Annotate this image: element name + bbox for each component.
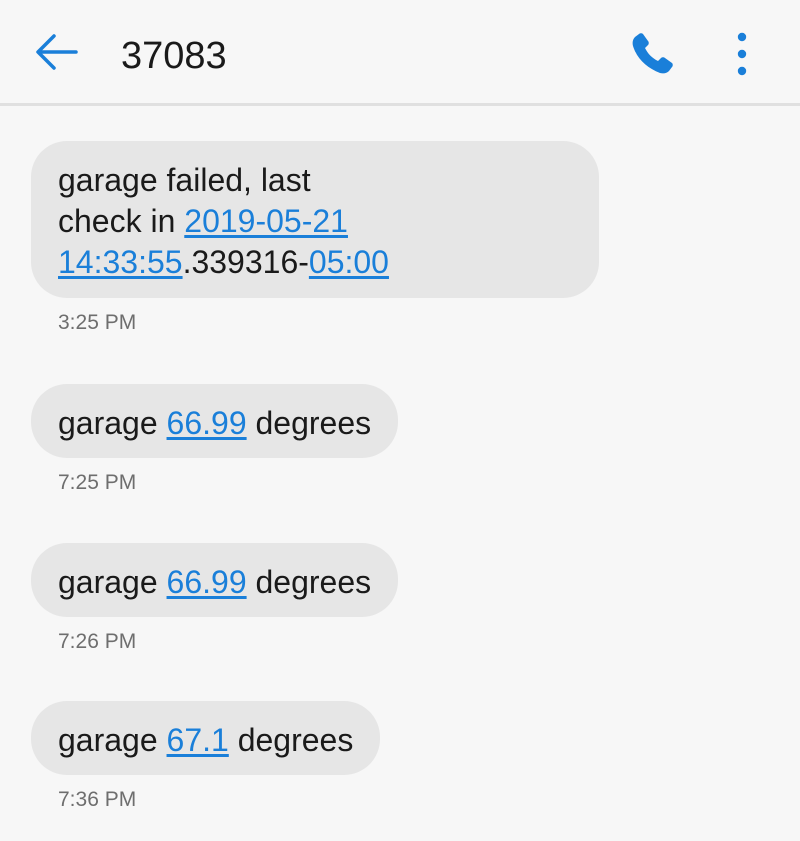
- message-text: garage: [58, 405, 167, 441]
- date-link[interactable]: 2019-05-21: [184, 203, 348, 239]
- message-bubble[interactable]: garage 66.99 degrees: [31, 384, 399, 458]
- message-timestamp: 7:25 PM: [58, 471, 137, 494]
- time-link[interactable]: 05:00: [309, 244, 389, 280]
- message-text: check in: [58, 203, 185, 239]
- message-item: garage 66.99 degrees 7:25 PM: [31, 384, 399, 496]
- message-timestamp: 7:36 PM: [58, 788, 137, 811]
- message-text: degrees: [246, 405, 372, 441]
- message-timestamp: 7:26 PM: [58, 630, 137, 653]
- phone-icon: [632, 33, 673, 74]
- call-button[interactable]: [627, 31, 677, 79]
- top-app-bar: 37083: [0, 0, 800, 106]
- message-text: garage: [58, 722, 167, 758]
- number-link[interactable]: 66.99: [167, 405, 247, 441]
- conversation-title: 37083: [121, 35, 227, 77]
- message-text: garage: [58, 564, 167, 600]
- more-options-button[interactable]: [726, 31, 758, 79]
- message-timestamp: 3:25 PM: [58, 311, 137, 334]
- message-text: garage failed, last: [58, 162, 311, 198]
- message-item: garage 66.99 degrees 7:26 PM: [31, 543, 399, 655]
- arrow-left-icon: [36, 34, 78, 70]
- number-link[interactable]: 66.99: [167, 564, 247, 600]
- time-link[interactable]: 14:33:55: [58, 244, 183, 280]
- message-bubble[interactable]: garage failed, last check in 2019-05-21 …: [31, 141, 599, 298]
- back-button[interactable]: [32, 30, 82, 80]
- message-text: degrees: [228, 722, 354, 758]
- more-vertical-icon: [737, 32, 747, 76]
- message-bubble[interactable]: garage 66.99 degrees: [31, 543, 399, 617]
- number-link[interactable]: 67.1: [167, 722, 229, 758]
- message-text: degrees: [246, 564, 372, 600]
- message-bubble[interactable]: garage 67.1 degrees: [31, 701, 381, 775]
- message-item: garage 67.1 degrees 7:36 PM: [31, 701, 381, 813]
- message-item: garage failed, last check in 2019-05-21 …: [31, 141, 599, 336]
- message-text: .339316-: [182, 244, 309, 280]
